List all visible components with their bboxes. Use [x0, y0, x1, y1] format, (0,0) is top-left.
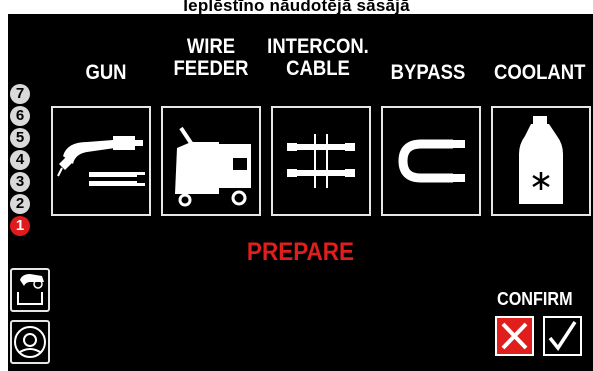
coolant-unit-button[interactable]: [10, 320, 50, 364]
checkmark-icon: [548, 321, 577, 351]
bypass-hose-icon: [398, 139, 465, 183]
step-indicator-6: 6: [10, 106, 30, 126]
wire-feeder-icon: [175, 126, 251, 207]
tile-intercon-cable[interactable]: [271, 106, 371, 216]
tile-coolant[interactable]: [491, 106, 591, 216]
welder-screen: GUN WIRE FEEDER INTERCON. CABLE BYPASS C…: [8, 14, 593, 371]
step-indicator-4: 4: [10, 150, 30, 170]
step-indicator-2: 2: [10, 194, 30, 214]
coolant-unit-icon: [14, 326, 46, 358]
interconnection-cable-icon: [287, 134, 355, 188]
confirm-button[interactable]: [543, 316, 582, 356]
tile-label-bypass: BYPASS: [390, 61, 466, 84]
gun-cooling-icon: [17, 274, 44, 305]
welding-gun-icon: [57, 136, 145, 186]
step-indicator-1-active: 1: [10, 216, 30, 236]
step-indicator-3: 3: [10, 172, 30, 192]
x-icon: [501, 322, 528, 350]
tile-label-wire-feeder: WIRE FEEDER: [173, 35, 249, 80]
status-prepare: PREPARE: [246, 238, 355, 266]
tile-bypass[interactable]: [381, 106, 481, 216]
step-indicator-7: 7: [10, 84, 30, 104]
step-indicator-5: 5: [10, 128, 30, 148]
coolant-bottle-icon: [519, 116, 563, 204]
tile-label-gun: GUN: [85, 61, 127, 84]
tile-gun[interactable]: [51, 106, 151, 216]
tile-label-coolant: COOLANT: [494, 61, 586, 84]
cancel-button[interactable]: [495, 316, 534, 356]
gun-cooling-button[interactable]: [10, 268, 50, 312]
tile-label-intercon-cable: INTERCON. CABLE: [267, 35, 369, 80]
tile-wire-feeder[interactable]: [161, 106, 261, 216]
confirm-label: CONFIRM: [497, 289, 573, 309]
